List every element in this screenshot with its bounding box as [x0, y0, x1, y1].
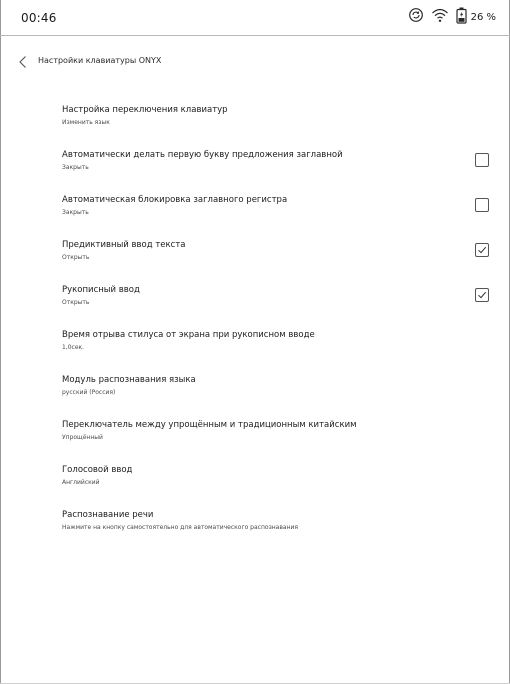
- setting-subtitle: Закрыть: [62, 209, 89, 216]
- setting-title: Настройка переключения клавиатур: [62, 105, 228, 115]
- setting-subtitle: Нажмите на кнопку самостоятельно для авт…: [62, 524, 298, 531]
- setting-title: Модуль распознавания языка: [62, 375, 196, 385]
- setting-chinese-switch[interactable]: Переключатель между упрощённым и традици…: [0, 411, 510, 456]
- setting-subtitle: 1,0сек.: [62, 344, 85, 351]
- caps-lock-checkbox[interactable]: [475, 198, 489, 212]
- battery-charging-icon[interactable]: [455, 7, 467, 28]
- setting-stylus-lift-time[interactable]: Время отрыва стилуса от экрана при рукоп…: [0, 321, 510, 366]
- setting-subtitle: Открыть: [62, 254, 90, 261]
- setting-auto-capitalize[interactable]: Автоматически делать первую букву предло…: [0, 141, 510, 186]
- setting-recognition-module[interactable]: Модуль распознавания языка русский (Росс…: [0, 366, 510, 411]
- setting-voice-input[interactable]: Голосовой ввод Английский: [0, 456, 510, 501]
- setting-title: Автоматическая блокировка заглавного рег…: [62, 195, 288, 205]
- chevron-left-icon[interactable]: [17, 54, 29, 68]
- setting-title: Голосовой ввод: [62, 465, 133, 475]
- setting-title: Рукописный ввод: [62, 285, 140, 295]
- setting-subtitle: Изменить язык: [62, 119, 110, 126]
- auto-capitalize-checkbox[interactable]: [475, 153, 489, 167]
- page-title: Настройки клавиатуры ONYX: [38, 56, 162, 65]
- setting-predictive-text[interactable]: Предиктивный ввод текста Открыть: [0, 231, 510, 276]
- setting-subtitle: Открыть: [62, 299, 90, 306]
- status-time: 00:46: [21, 11, 57, 25]
- setting-title: Время отрыва стилуса от экрана при рукоп…: [62, 330, 315, 340]
- setting-subtitle: русский (Россия): [62, 389, 116, 396]
- status-bar: 00:46 26 %: [0, 0, 510, 36]
- setting-title: Автоматически делать первую букву предло…: [62, 150, 343, 160]
- setting-subtitle: Закрыть: [62, 164, 89, 171]
- checkmark-icon: [478, 246, 487, 254]
- setting-title: Распознавание речи: [62, 510, 154, 520]
- setting-caps-lock[interactable]: Автоматическая блокировка заглавного рег…: [0, 186, 510, 231]
- settings-list: Настройка переключения клавиатур Изменит…: [0, 96, 510, 546]
- battery-percent: 26 %: [470, 11, 496, 23]
- setting-subtitle: Английский: [62, 479, 100, 486]
- status-icons: 26 %: [401, 7, 496, 27]
- setting-handwriting[interactable]: Рукописный ввод Открыть: [0, 276, 510, 321]
- predictive-text-checkbox[interactable]: [475, 243, 489, 257]
- wifi-icon[interactable]: [431, 7, 449, 27]
- page-header: Настройки клавиатуры ONYX: [0, 36, 510, 84]
- handwriting-checkbox[interactable]: [475, 288, 489, 302]
- setting-keyboard-switch[interactable]: Настройка переключения клавиатур Изменит…: [0, 96, 510, 141]
- sync-icon[interactable]: [408, 7, 424, 27]
- setting-title: Переключатель между упрощённым и традици…: [62, 420, 357, 430]
- setting-speech-recognition[interactable]: Распознавание речи Нажмите на кнопку сам…: [0, 501, 510, 546]
- setting-title: Предиктивный ввод текста: [62, 240, 186, 250]
- setting-subtitle: Упрощённый: [62, 434, 103, 441]
- checkmark-icon: [478, 291, 487, 299]
